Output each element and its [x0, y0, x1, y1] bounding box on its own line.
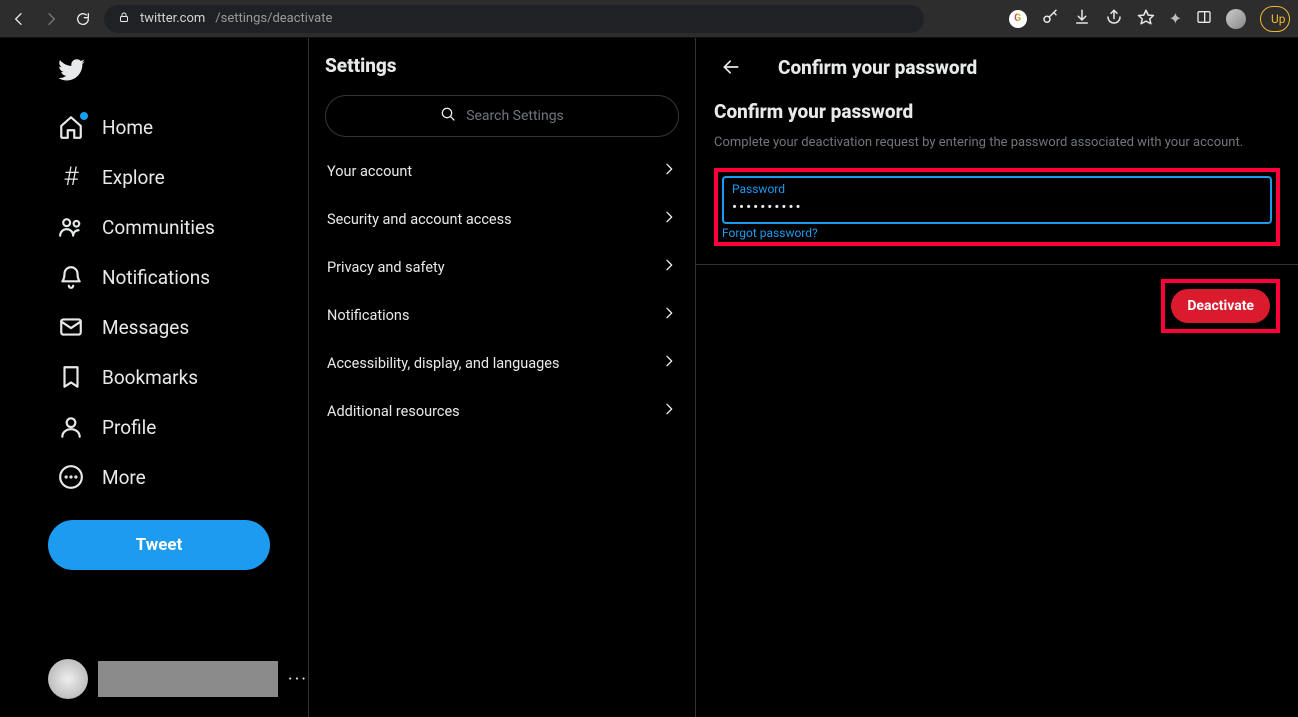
lock-icon [118, 11, 130, 27]
upgrade-button[interactable]: Up [1260, 6, 1290, 32]
settings-column: Settings Search Settings Your account Se… [308, 38, 696, 717]
url-path: /settings/deactivate [215, 11, 332, 26]
browser-actions: G ✦ Up [1009, 6, 1290, 32]
settings-item-privacy[interactable]: Privacy and safety [309, 243, 695, 291]
people-icon [58, 214, 84, 240]
url-host: twitter.com [140, 11, 205, 26]
chevron-right-icon [661, 401, 677, 421]
browser-reload-button[interactable] [72, 8, 94, 30]
password-input[interactable] [732, 196, 1262, 216]
envelope-icon [58, 314, 84, 340]
settings-item-account[interactable]: Your account [309, 147, 695, 195]
nav-profile[interactable]: Profile [48, 402, 308, 452]
extensions-icon[interactable]: ✦ [1169, 9, 1182, 28]
chevron-right-icon [661, 353, 677, 373]
key-icon[interactable] [1041, 8, 1059, 30]
star-icon[interactable] [1137, 8, 1155, 30]
chevron-right-icon [661, 305, 677, 325]
hashtag-icon: # [58, 164, 84, 190]
browser-toolbar: twitter.com/settings/deactivate G ✦ Up [0, 0, 1298, 38]
search-icon [440, 106, 456, 126]
chevron-right-icon [661, 209, 677, 229]
nav-profile-label: Profile [102, 416, 156, 439]
account-switcher[interactable]: ··· [48, 659, 308, 699]
settings-item-label: Security and account access [327, 211, 512, 228]
settings-item-label: Your account [327, 163, 412, 180]
detail-panel: Confirm your password Confirm your passw… [696, 38, 1298, 717]
twitter-logo-icon[interactable] [48, 46, 308, 102]
deactivate-highlight: Deactivate [1161, 279, 1280, 333]
nav-explore[interactable]: # Explore [48, 152, 308, 202]
settings-item-label: Accessibility, display, and languages [327, 355, 559, 372]
tweet-button[interactable]: Tweet [48, 520, 270, 570]
google-icon[interactable]: G [1009, 10, 1027, 28]
more-circle-icon [58, 464, 84, 490]
primary-nav: Home # Explore Communities Notifications… [0, 38, 308, 717]
bookmark-icon [58, 364, 84, 390]
profile-avatar-icon[interactable] [1226, 9, 1246, 29]
browser-back-button[interactable] [8, 8, 30, 30]
nav-notifications-label: Notifications [102, 266, 210, 289]
notification-dot-icon [80, 112, 88, 120]
share-icon[interactable] [1105, 8, 1123, 30]
nav-home-label: Home [102, 116, 153, 139]
more-icon: ··· [288, 669, 308, 690]
download-icon[interactable] [1073, 8, 1091, 30]
person-icon [58, 414, 84, 440]
panel-icon[interactable] [1196, 9, 1212, 29]
settings-search-placeholder: Search Settings [466, 108, 564, 124]
home-icon [58, 114, 84, 140]
settings-title: Settings [309, 38, 695, 95]
settings-item-security[interactable]: Security and account access [309, 195, 695, 243]
settings-item-label: Additional resources [327, 403, 460, 420]
nav-messages[interactable]: Messages [48, 302, 308, 352]
account-name-placeholder [98, 661, 278, 697]
nav-explore-label: Explore [102, 166, 165, 189]
nav-bookmarks[interactable]: Bookmarks [48, 352, 308, 402]
nav-messages-label: Messages [102, 316, 189, 339]
panel-description: Complete your deactivation request by en… [714, 135, 1280, 150]
settings-item-label: Notifications [327, 307, 409, 324]
nav-more-label: More [102, 466, 146, 489]
chevron-right-icon [661, 257, 677, 277]
browser-forward-button[interactable] [40, 8, 62, 30]
password-highlight: Password Forgot password? [714, 168, 1280, 246]
settings-item-accessibility[interactable]: Accessibility, display, and languages [309, 339, 695, 387]
separator [696, 264, 1298, 265]
account-avatar-icon [48, 659, 88, 699]
nav-more[interactable]: More [48, 452, 308, 502]
panel-subtitle: Confirm your password [714, 100, 1280, 123]
settings-item-notifications[interactable]: Notifications [309, 291, 695, 339]
nav-communities[interactable]: Communities [48, 202, 308, 252]
panel-header: Confirm your password [778, 56, 977, 79]
settings-item-label: Privacy and safety [327, 259, 445, 276]
bell-icon [58, 264, 84, 290]
browser-address-bar[interactable]: twitter.com/settings/deactivate [104, 5, 924, 33]
forgot-password-link[interactable]: Forgot password? [722, 226, 1272, 240]
chevron-right-icon [661, 161, 677, 181]
settings-item-resources[interactable]: Additional resources [309, 387, 695, 435]
nav-home[interactable]: Home [48, 102, 308, 152]
nav-communities-label: Communities [102, 216, 215, 239]
nav-notifications[interactable]: Notifications [48, 252, 308, 302]
settings-search[interactable]: Search Settings [325, 95, 679, 137]
back-button[interactable] [714, 50, 748, 84]
password-field-container: Password [722, 176, 1272, 224]
deactivate-button[interactable]: Deactivate [1171, 289, 1270, 323]
nav-bookmarks-label: Bookmarks [102, 366, 198, 389]
password-label: Password [732, 182, 1262, 196]
